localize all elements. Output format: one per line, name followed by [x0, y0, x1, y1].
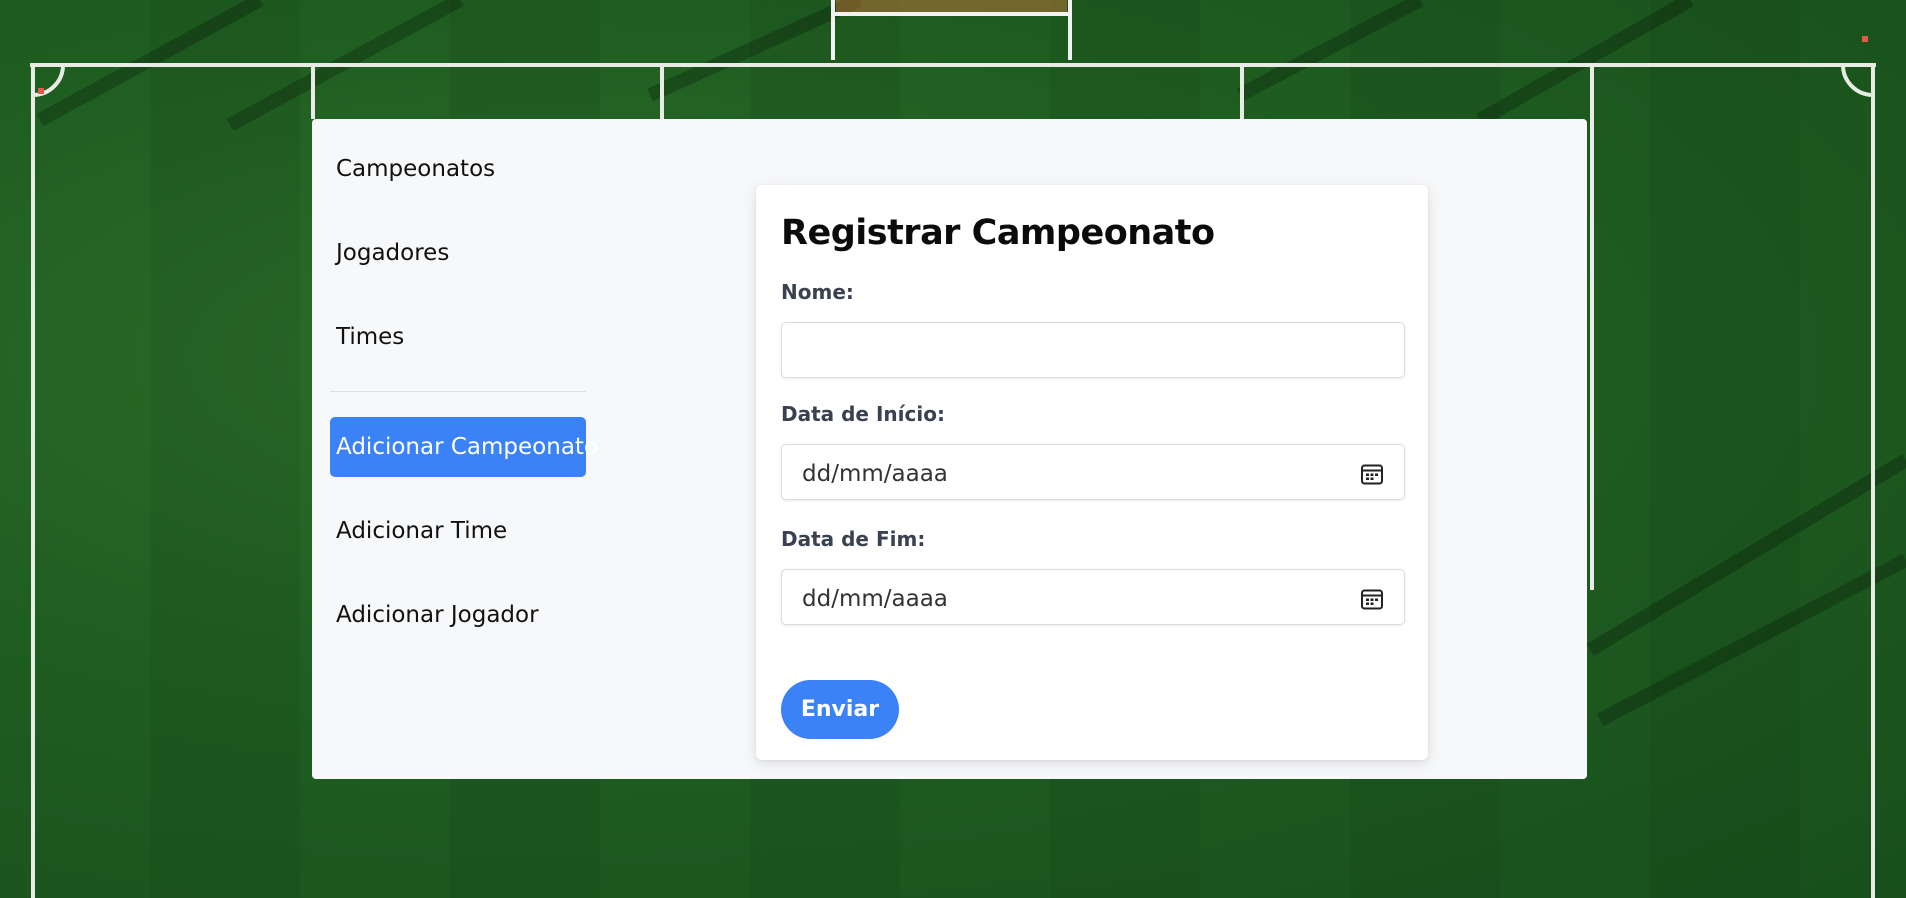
end-date-label: Data de Fim:: [781, 527, 926, 551]
nav-adicionar-time[interactable]: Adicionar Time: [330, 501, 586, 561]
end-date-input[interactable]: dd/mm/aaaa: [781, 569, 1405, 625]
submit-button[interactable]: Enviar: [781, 680, 899, 739]
sidebar-divider: [330, 391, 586, 392]
nav-times[interactable]: Times: [330, 307, 586, 367]
calendar-icon[interactable]: [1360, 587, 1384, 611]
start-date-placeholder: dd/mm/aaaa: [802, 461, 948, 487]
nav-jogadores[interactable]: Jogadores: [330, 223, 586, 283]
nav-campeonatos[interactable]: Campeonatos: [330, 139, 586, 199]
start-date-input[interactable]: dd/mm/aaaa: [781, 444, 1405, 500]
sidebar: Campeonatos Jogadores Times Adicionar Ca…: [330, 139, 598, 669]
name-input[interactable]: [781, 322, 1405, 378]
nav-adicionar-campeonato[interactable]: Adicionar Campeonato: [330, 417, 598, 477]
end-date-placeholder: dd/mm/aaaa: [802, 586, 948, 612]
name-label: Nome:: [781, 280, 854, 304]
calendar-icon[interactable]: [1360, 462, 1384, 486]
register-championship-form: Registrar Campeonato Nome: Data de Iníci…: [756, 185, 1428, 760]
main-panel: Campeonatos Jogadores Times Adicionar Ca…: [312, 119, 1587, 779]
form-title: Registrar Campeonato: [781, 213, 1215, 253]
nav-adicionar-jogador[interactable]: Adicionar Jogador: [330, 585, 586, 645]
start-date-label: Data de Início:: [781, 402, 945, 426]
